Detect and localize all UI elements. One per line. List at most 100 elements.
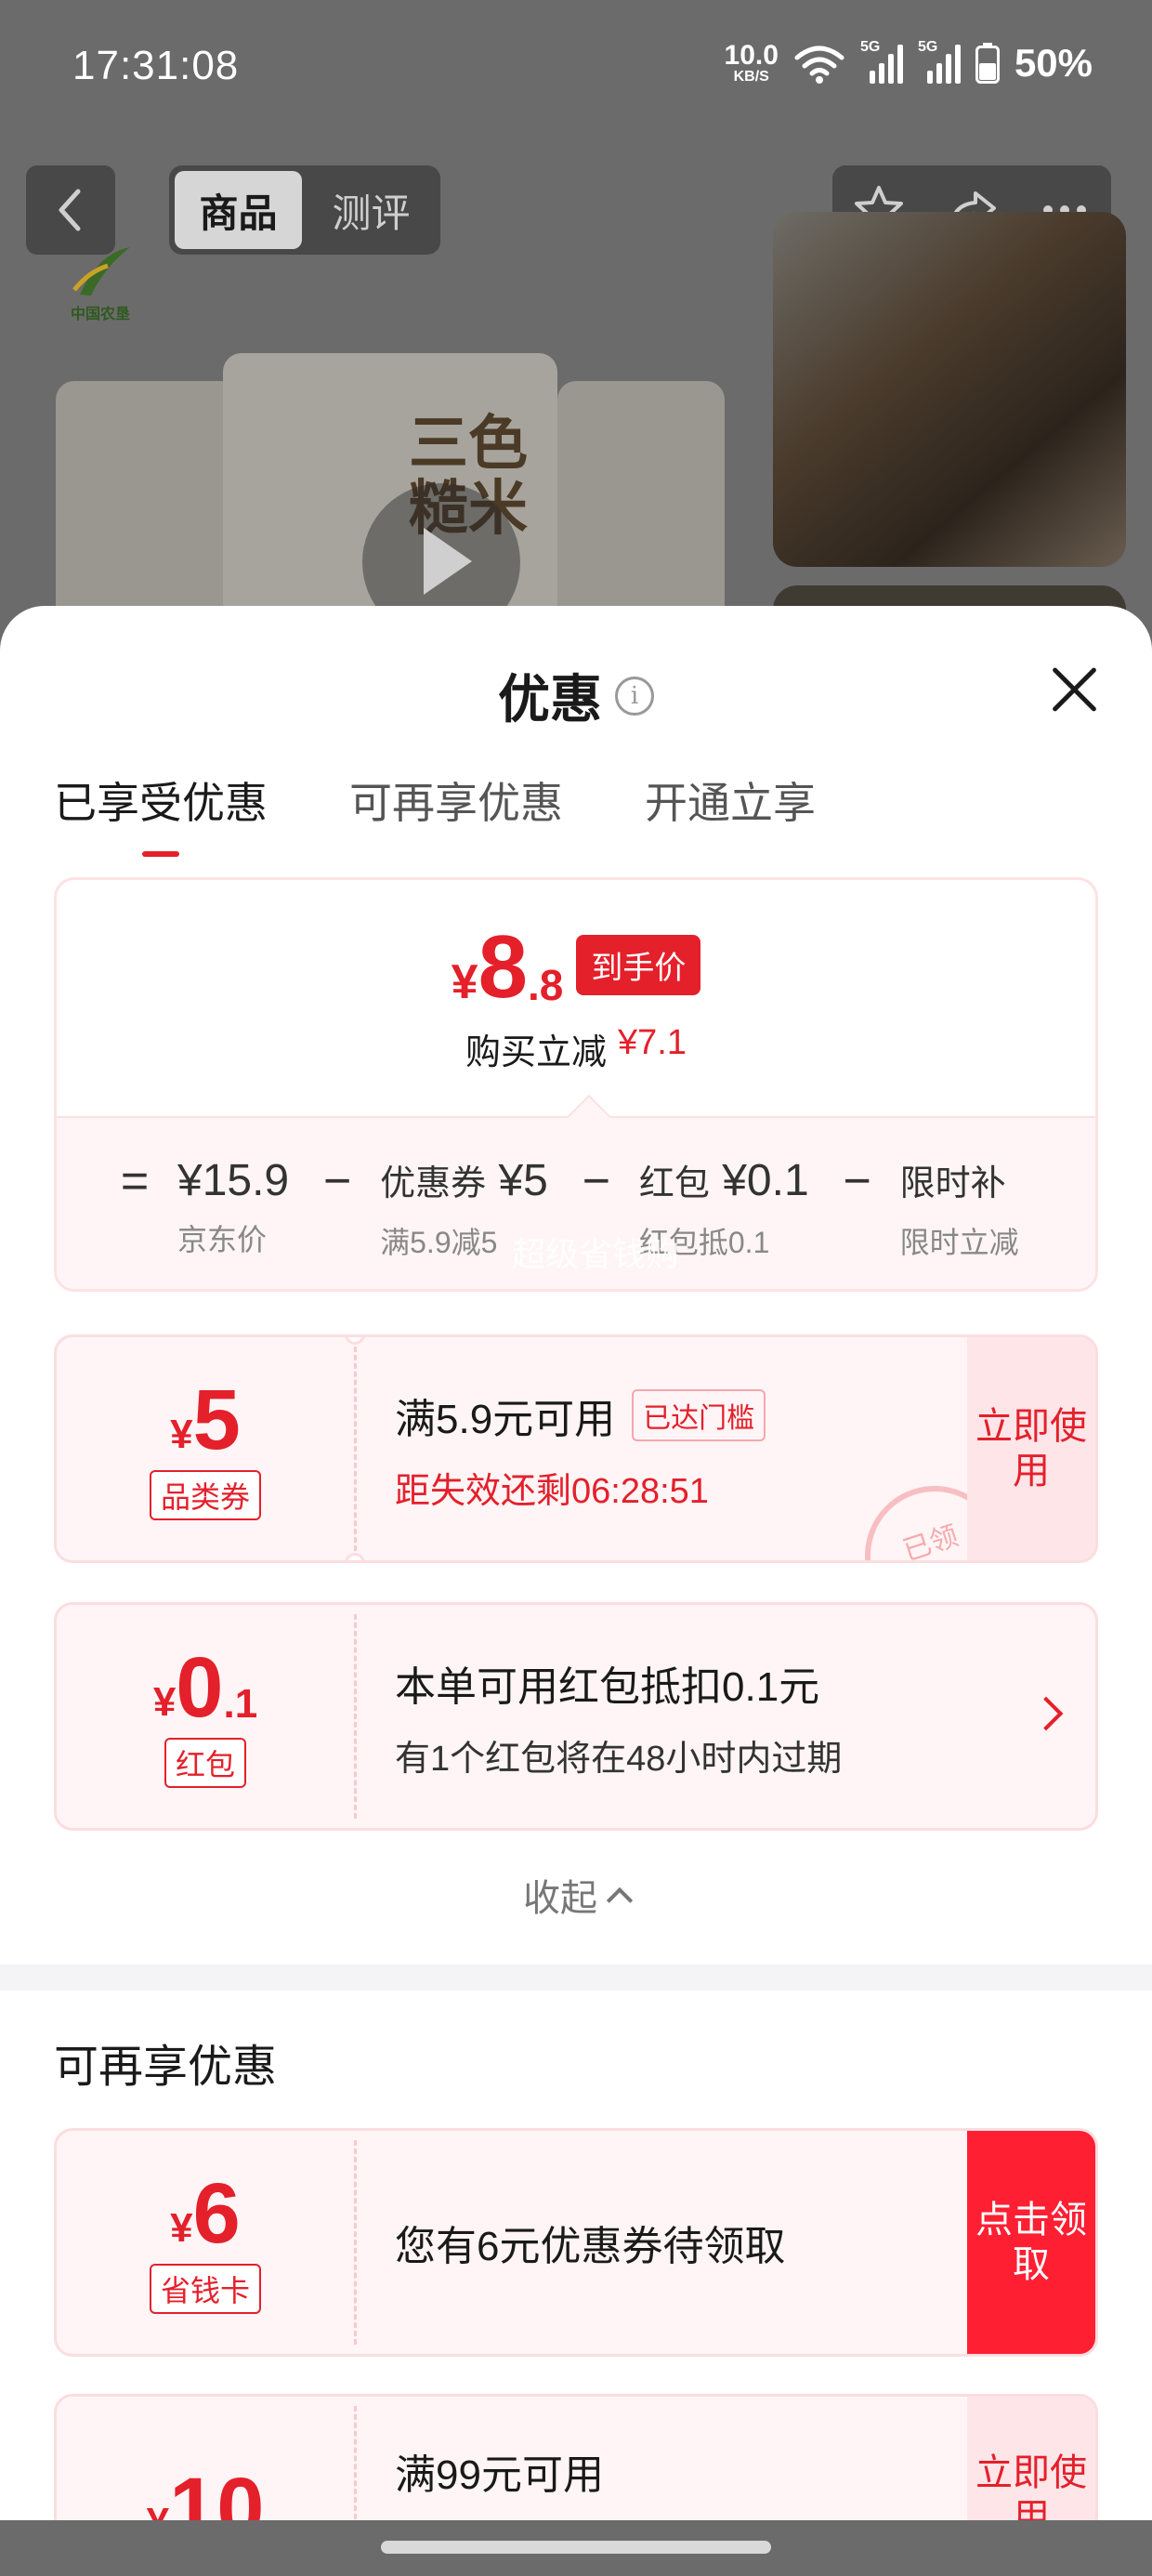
chevron-up-icon — [606, 1886, 634, 1914]
breakdown-value: ¥0.1 — [722, 1156, 809, 1205]
coupon-notch — [345, 1553, 365, 1560]
red-packet-description: 本单可用红包抵扣0.1元 — [395, 1663, 820, 1710]
breakdown-operator: − — [843, 1154, 871, 1208]
category-coupon-card[interactable]: ¥ 5 品类券 满5.9元可用 已达门槛 距失效还剩06:28:51 已领 立即… — [54, 1334, 1098, 1563]
network-speed-value: 10.0 — [724, 40, 779, 71]
cell-signal-icon-1: 5G — [860, 39, 903, 84]
saving-card-coupon[interactable]: ¥ 6 省钱卡 您有6元优惠券待领取 点击领取 — [54, 2128, 1098, 2357]
product-thumbnail[interactable] — [773, 212, 1126, 567]
instant-reduction: 购买立减 ¥7.1 — [57, 1023, 1095, 1074]
wifi-icon — [794, 46, 844, 84]
coupon-amount-block: ¥ 6 省钱卡 — [57, 2131, 354, 2354]
reduction-label: 购买立减 — [465, 1033, 608, 1072]
coupon-amount: ¥ 6 — [170, 2171, 241, 2256]
price-decimal: .8 — [527, 961, 564, 1009]
sheet-header: 优惠 i — [0, 658, 1152, 733]
use-now-button[interactable]: 立即使用 — [967, 1337, 1095, 1560]
final-price-badge: 到手价 — [576, 935, 701, 995]
coupon-amount: ¥ 10 — [147, 2465, 265, 2520]
breakdown-operator: − — [582, 1154, 611, 1208]
watermark-text: 超级省钱购 — [512, 1235, 680, 1273]
collapse-button[interactable]: 收起 — [0, 1868, 1152, 1922]
cell-signal-icon-2: 5G — [918, 39, 961, 84]
product-nav-tabs: 商品 测评 — [169, 165, 440, 255]
breakdown-sub: 限时立减 — [899, 1226, 1019, 1259]
tab-review[interactable]: 测评 — [308, 171, 435, 249]
coupon-details: 满5.9元可用 已达门槛 距失效还剩06:28:51 — [395, 1337, 766, 1560]
coupon-amount: ¥ 5 — [170, 1377, 241, 1463]
discount-sheet: 优惠 i 已享受优惠 可再享优惠 开通立享 ¥ 8 .8 到手价 购买立减 ¥7… — [0, 606, 1152, 2520]
threshold-coupon-card[interactable]: ¥ 10 满99元可用 立即使用 — [54, 2394, 1098, 2520]
breakdown-label: 限时补 — [899, 1164, 1006, 1203]
gesture-bar — [0, 2520, 1152, 2576]
coupon-amount-block: ¥ 5 品类券 — [57, 1337, 354, 1560]
back-button[interactable] — [26, 165, 115, 255]
breakdown-label: 优惠券 — [380, 1164, 487, 1203]
signal-label-2: 5G — [917, 39, 938, 55]
discount-tabs: 已享受优惠 可再享优惠 开通立享 — [54, 769, 816, 857]
coupon-countdown: 距失效还剩06:28:51 — [395, 1471, 709, 1511]
claim-button[interactable]: 点击领取 — [967, 2131, 1095, 2354]
tab-activate-discounts[interactable]: 开通立享 — [645, 769, 816, 857]
coupon-condition: 满99元可用 — [395, 2452, 604, 2498]
network-speed: 10.0 KB/S — [725, 42, 779, 85]
info-icon[interactable]: i — [615, 676, 654, 716]
breakdown-label: 红包 — [638, 1164, 710, 1203]
collapse-label: 收起 — [523, 1878, 597, 1919]
chevron-left-icon — [59, 189, 81, 231]
coupon-divider — [354, 1614, 357, 1819]
tab-enjoyed-discounts[interactable]: 已享受优惠 — [54, 769, 268, 857]
breakdown-operator: = — [120, 1154, 150, 1208]
section-separator — [0, 1965, 1152, 1991]
price-integer: 8 — [478, 917, 528, 1017]
brand-logo: 中国农垦 — [71, 243, 164, 336]
breakdown-sub: 京东价 — [177, 1223, 268, 1256]
more-discounts-title: 可再享优惠 — [54, 2043, 278, 2092]
chevron-right-icon[interactable] — [1028, 1696, 1064, 1731]
coupon-integer: 6 — [192, 2166, 241, 2261]
coupon-amount: ¥ 0 .1 — [153, 1645, 257, 1730]
coupon-integer: 0 — [176, 1640, 224, 1735]
breakdown-value: ¥5 — [498, 1156, 548, 1205]
use-now-button[interactable]: 立即使用 — [967, 2397, 1095, 2520]
tab-product[interactable]: 商品 — [175, 171, 302, 249]
battery-percent: 50% — [1014, 41, 1093, 85]
final-price-row: ¥ 8 .8 到手价 — [57, 923, 1095, 1012]
product-page-background: 17:31:08 10.0 KB/S 5G 5G 50% 商品 测评 中国农垦 … — [0, 0, 1152, 651]
coupon-integer: 5 — [192, 1373, 241, 1467]
coupon-divider — [354, 1347, 357, 1551]
coupon-type-tag: 红包 — [164, 1738, 246, 1788]
close-button[interactable] — [1048, 664, 1100, 716]
coupon-decimal: .1 — [223, 1681, 258, 1727]
threshold-reached-badge: 已达门槛 — [632, 1388, 766, 1441]
coupon-details: 本单可用红包抵扣0.1元 有1个红包将在48小时内过期 — [395, 1605, 842, 1828]
red-packet-card[interactable]: ¥ 0 .1 红包 本单可用红包抵扣0.1元 有1个红包将在48小时内过期 — [54, 1602, 1098, 1831]
home-indicator[interactable] — [381, 2541, 771, 2554]
brand-logo-text: 中国农垦 — [71, 307, 131, 322]
coupon-currency: ¥ — [147, 2503, 169, 2521]
coupon-description: 您有6元优惠券待领取 — [395, 2224, 786, 2269]
coupon-details: 满99元可用 — [395, 2397, 604, 2520]
coupon-divider — [354, 2140, 357, 2345]
network-speed-unit: KB/S — [733, 69, 769, 85]
final-price: ¥ 8 .8 — [452, 923, 564, 1012]
final-price-card: ¥ 8 .8 到手价 购买立减 ¥7.1 = ¥15.9 京东价 − 优惠券 ¥… — [54, 877, 1098, 1292]
coupon-type-tag: 品类券 — [149, 1470, 261, 1520]
red-packet-expiry-note: 有1个红包将在48小时内过期 — [395, 1739, 843, 1779]
reduction-amount: ¥7.1 — [618, 1023, 687, 1062]
coupon-amount-block: ¥ 0 .1 红包 — [57, 1605, 354, 1828]
tab-more-discounts[interactable]: 可再享优惠 — [349, 769, 563, 857]
sheet-title: 优惠 — [498, 670, 602, 729]
coupon-currency: ¥ — [152, 1679, 177, 1725]
coupon-details: 您有6元优惠券待领取 — [395, 2131, 785, 2354]
coupon-integer: 10 — [169, 2461, 265, 2520]
breakdown-value: ¥15.9 — [177, 1156, 290, 1205]
breakdown-operator: − — [322, 1154, 352, 1208]
battery-icon — [975, 43, 1000, 84]
coupon-type-tag: 省钱卡 — [149, 2264, 261, 2314]
price-breakdown: = ¥15.9 京东价 − 优惠券 ¥5 满5.9减5 − 红包 ¥0.1 红包… — [57, 1116, 1095, 1289]
status-time: 17:31:08 — [72, 43, 240, 88]
status-bar: 17:31:08 10.0 KB/S 5G 5G 50% — [0, 0, 1152, 139]
coupon-condition: 满5.9元可用 — [395, 1396, 616, 1442]
breakdown-item: ¥15.9 京东价 — [177, 1155, 289, 1259]
